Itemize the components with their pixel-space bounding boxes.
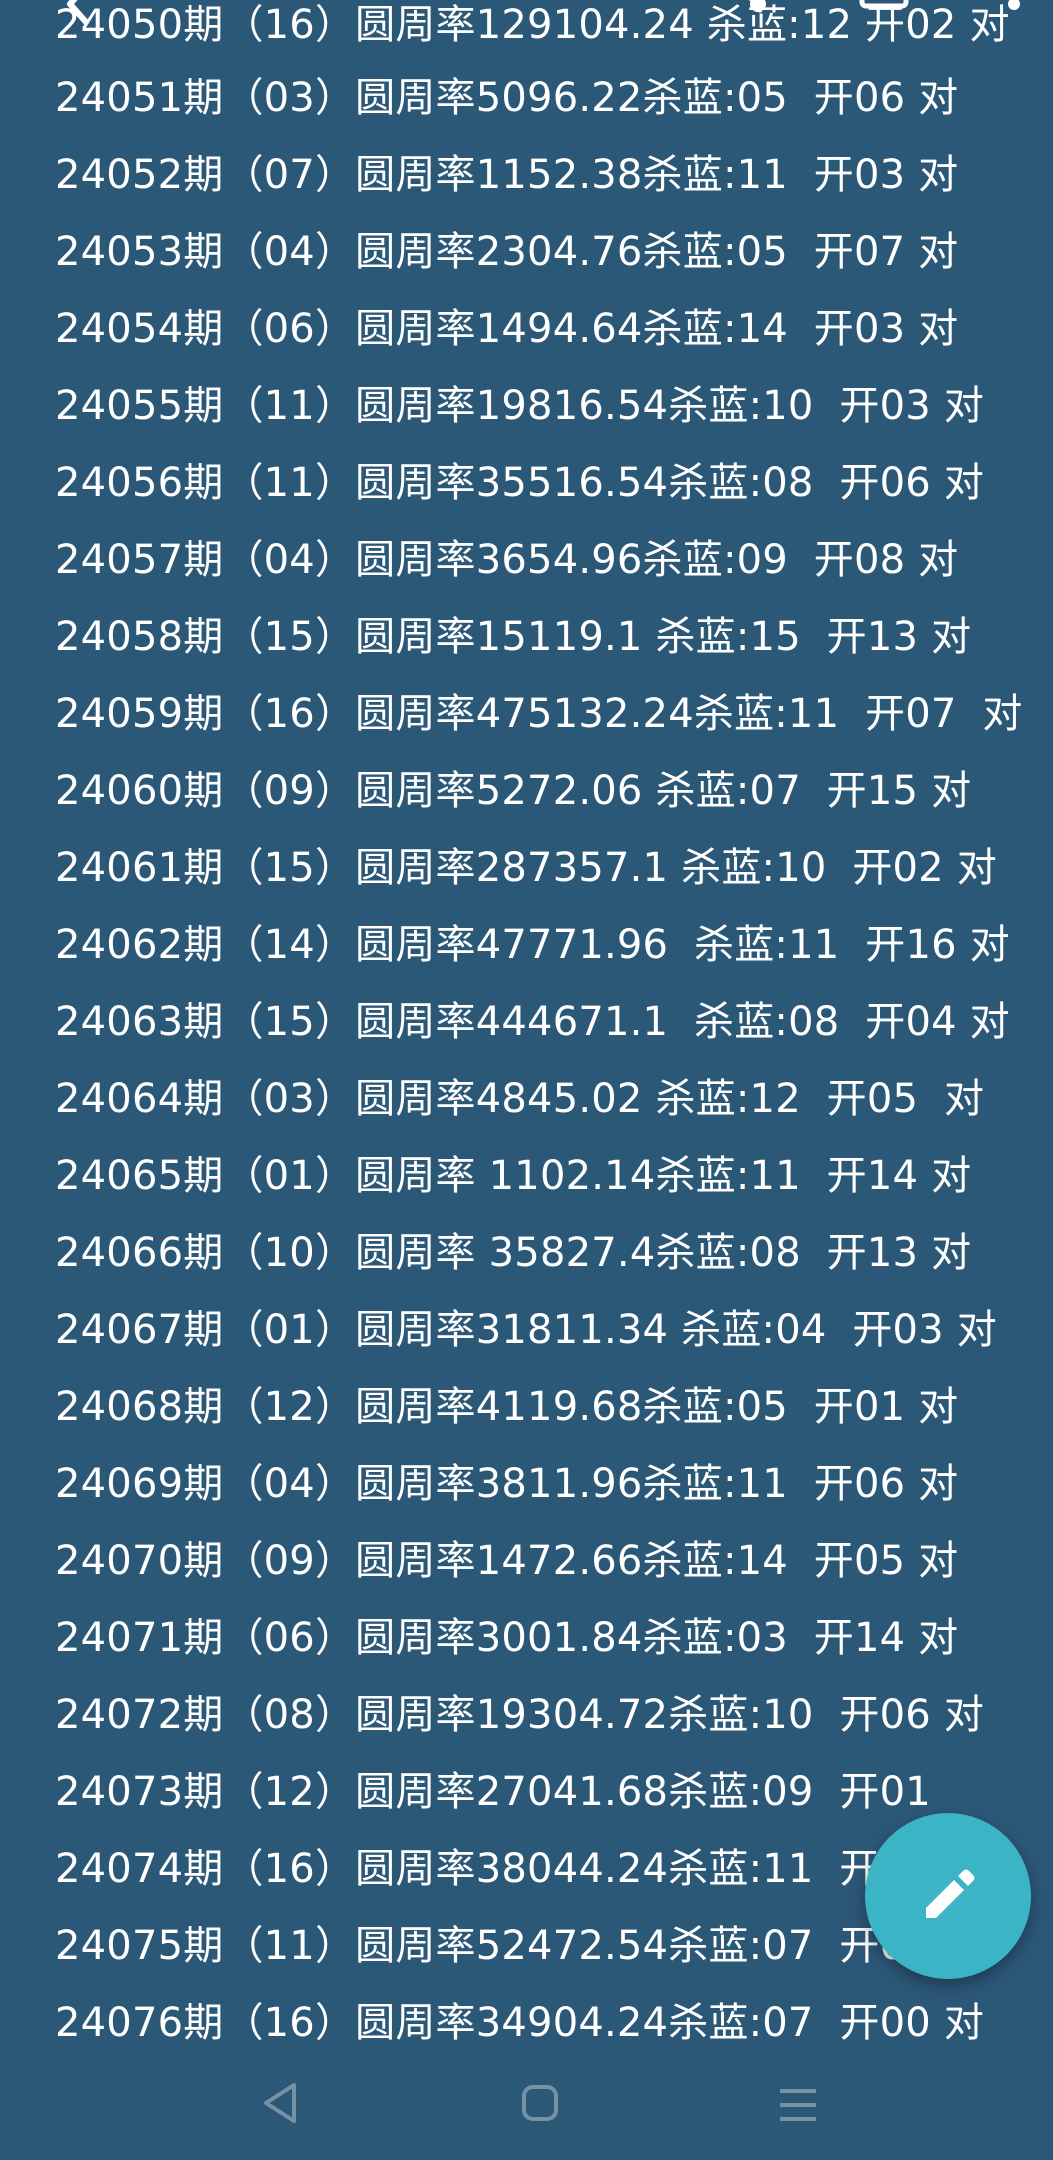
text-line: 24072期（08）圆周率19304.72杀蓝:10 开06 对 xyxy=(55,1692,985,1738)
text-line: 24071期（06）圆周率3001.84杀蓝:03 开14 对 xyxy=(55,1615,959,1661)
text-line: 24061期（15）圆周率287357.1 杀蓝:10 开02 对 xyxy=(55,845,997,891)
edit-fab-button[interactable] xyxy=(865,1813,1031,1979)
text-line: 24076期（16）圆周率34904.24杀蓝:07 开00 对 xyxy=(55,2000,985,2046)
text-line: 24053期（04）圆周率2304.76杀蓝:05 开07 对 xyxy=(55,229,959,275)
text-line: 24054期（06）圆周率1494.64杀蓝:14 开03 对 xyxy=(55,306,959,352)
nav-recents-icon[interactable] xyxy=(768,2075,828,2135)
text-line: 24055期（11）圆周率19816.54杀蓝:10 开03 对 xyxy=(55,383,985,429)
text-line: 24073期（12）圆周率27041.68杀蓝:09 开01 xyxy=(55,1769,931,1815)
text-line: 24064期（03）圆周率4845.02 杀蓝:12 开05 对 xyxy=(55,1076,985,1122)
text-line: 24058期（15）圆周率15119.1 杀蓝:15 开13 对 xyxy=(55,614,972,660)
text-line: 24060期（09）圆周率5272.06 杀蓝:07 开15 对 xyxy=(55,768,972,814)
system-nav-bar xyxy=(0,2075,1053,2135)
text-line: 24067期（01）圆周率31811.34 杀蓝:04 开03 对 xyxy=(55,1307,997,1353)
text-line: 24065期（01）圆周率 1102.14杀蓝:11 开14 对 xyxy=(55,1153,972,1199)
text-line: 24059期（16）圆周率475132.24杀蓝:11 开07 对 xyxy=(55,691,1023,737)
edit-pencil-icon xyxy=(916,1862,980,1930)
text-line: 24056期（11）圆周率35516.54杀蓝:08 开06 对 xyxy=(55,460,985,506)
text-line: 24068期（12）圆周率4119.68杀蓝:05 开01 对 xyxy=(55,1384,959,1430)
text-line: 24066期（10）圆周率 35827.4杀蓝:08 开13 对 xyxy=(55,1230,972,1276)
nav-back-icon[interactable] xyxy=(252,2075,312,2135)
text-line: 24062期（14）圆周率47771.96 杀蓝:11 开16 对 xyxy=(55,922,1010,968)
text-line: 24051期（03）圆周率5096.22杀蓝:05 开06 对 xyxy=(55,75,959,121)
text-line: 24050期（16）圆周率129104.24 杀蓝:12 开02 对 xyxy=(55,2,1010,48)
text-line: 24052期（07）圆周率1152.38杀蓝:11 开03 对 xyxy=(55,152,959,198)
text-line: 24063期（15）圆周率444671.1 杀蓝:08 开04 对 xyxy=(55,999,1010,1045)
text-line: 24070期（09）圆周率1472.66杀蓝:14 开05 对 xyxy=(55,1538,959,1584)
text-line: 24069期（04）圆周率3811.96杀蓝:11 开06 对 xyxy=(55,1461,959,1507)
nav-home-icon[interactable] xyxy=(510,2075,570,2135)
text-line: 24057期（04）圆周率3654.96杀蓝:09 开08 对 xyxy=(55,537,959,583)
text-content: 24050期（16）圆周率129104.24 杀蓝:12 开02 对 24051期… xyxy=(55,2,1045,2062)
